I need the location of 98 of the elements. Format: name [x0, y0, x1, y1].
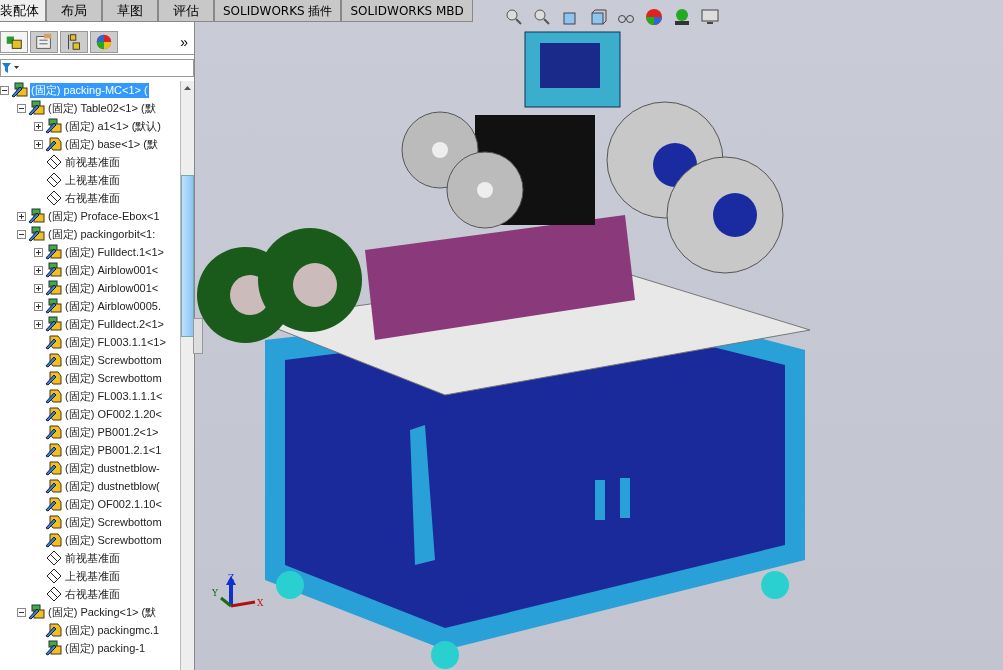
plane-icon [45, 586, 63, 602]
plane-icon [45, 154, 63, 170]
tree-item[interactable]: 上视基准面 [64, 568, 121, 584]
panel-tab[interactable] [0, 31, 28, 53]
assembly-icon [45, 118, 63, 134]
cube-icon[interactable] [589, 8, 607, 26]
tree-item[interactable]: 前视基准面 [64, 154, 121, 170]
plus-box-icon[interactable] [34, 121, 43, 131]
part-icon [45, 460, 63, 476]
command-tab[interactable]: 装配体 [0, 0, 46, 22]
collapse-handle[interactable] [193, 318, 203, 354]
assembly-icon [45, 244, 63, 260]
minus-box-icon[interactable] [0, 85, 9, 95]
tree-item[interactable]: 右视基准面 [64, 586, 121, 602]
tree-item[interactable]: (固定) Screwbottom [64, 514, 163, 530]
assembly-icon [45, 640, 63, 656]
panel-tab[interactable] [60, 31, 88, 53]
plus-box-icon[interactable] [17, 211, 26, 221]
assembly-icon [28, 226, 46, 242]
zoom-icon[interactable] [533, 8, 551, 26]
tree-item[interactable]: 右视基准面 [64, 190, 121, 206]
filter-icon [2, 63, 20, 73]
tree-item[interactable]: (固定) FL003.1.1<1> [64, 334, 167, 350]
part-icon [45, 406, 63, 422]
plus-box-icon[interactable] [34, 247, 43, 257]
part-icon [45, 442, 63, 458]
plus-box-icon[interactable] [34, 283, 43, 293]
minus-box-icon[interactable] [17, 607, 26, 617]
command-tab[interactable]: SOLIDWORKS MBD [341, 0, 473, 22]
tree-item[interactable]: (固定) base<1> (默 [64, 136, 159, 152]
plus-box-icon[interactable] [34, 319, 43, 329]
tree-item[interactable]: (固定) Screwbottom [64, 352, 163, 368]
part-icon [45, 352, 63, 368]
part-icon [45, 334, 63, 350]
display-icon [94, 32, 114, 52]
assembly-icon [45, 262, 63, 278]
assembly-icon [45, 316, 63, 332]
monitor-icon[interactable] [701, 8, 719, 26]
zoom-icon[interactable] [505, 8, 523, 26]
part-icon [45, 514, 63, 530]
property-icon [34, 32, 54, 52]
tree-item[interactable]: (固定) Screwbottom [64, 532, 163, 548]
tree-item[interactable]: (固定) packingmc.1 [64, 622, 161, 638]
plane-icon [45, 172, 63, 188]
panel-tab[interactable] [90, 31, 118, 53]
part-icon [45, 370, 63, 386]
tree-item[interactable]: (固定) dustnetblow- [64, 460, 161, 476]
plus-box-icon[interactable] [34, 265, 43, 275]
tree-item[interactable]: (固定) Airblow001< [64, 280, 160, 296]
part-icon [45, 532, 63, 548]
plus-box-icon[interactable] [34, 139, 43, 149]
scrollbar-thumb[interactable] [181, 175, 194, 337]
tree-item[interactable]: (固定) dustnetblow( [64, 478, 161, 494]
command-tab[interactable]: 评估 [158, 0, 214, 22]
tree-item[interactable]: (固定) PB001.2.1<1 [64, 442, 163, 458]
part-icon [45, 388, 63, 404]
command-tab[interactable]: 布局 [46, 0, 102, 22]
plane-icon [45, 190, 63, 206]
tree-item[interactable]: (固定) packingorbit<1: [47, 226, 157, 242]
assembly-icon [28, 604, 46, 620]
panel-tab[interactable] [30, 31, 58, 53]
tree-item[interactable]: (固定) Packing<1> (默 [47, 604, 158, 620]
tree-item[interactable]: (固定) Table02<1> (默 [47, 100, 157, 116]
tree-item[interactable]: (固定) Screwbottom [64, 370, 163, 386]
plane-icon [45, 568, 63, 584]
minus-box-icon[interactable] [17, 103, 26, 113]
tree-item[interactable]: (固定) a1<1> (默认) [64, 118, 162, 134]
tree-item[interactable]: (固定) FL003.1.1.1< [64, 388, 164, 404]
tree-item[interactable]: (固定) OF002.1.10< [64, 496, 163, 512]
tree-item[interactable]: (固定) Airblow0005. [64, 298, 162, 314]
assembly-icon [45, 298, 63, 314]
tree-item[interactable]: 前视基准面 [64, 550, 121, 566]
tree-item[interactable]: (固定) PB001.2<1> [64, 424, 160, 440]
color-ball-icon[interactable] [645, 8, 663, 26]
part-icon [45, 496, 63, 512]
tree-item[interactable]: 上视基准面 [64, 172, 121, 188]
scrollbar[interactable] [180, 81, 194, 670]
tree-item[interactable]: (固定) packing-1 [64, 640, 147, 656]
command-tab[interactable]: SOLIDWORKS 插件 [214, 0, 342, 22]
tree-item[interactable]: (固定) Fulldect.2<1> [64, 316, 166, 332]
tree-item[interactable]: (固定) Proface-Ebox<1 [47, 208, 161, 224]
plane-icon [45, 550, 63, 566]
part-icon [45, 424, 63, 440]
assembly-icon [28, 100, 46, 116]
tree-item[interactable]: (固定) Fulldect.1<1> [64, 244, 166, 260]
plus-box-icon[interactable] [34, 301, 43, 311]
filter-bar[interactable] [0, 59, 194, 77]
command-tab[interactable]: 草图 [102, 0, 158, 22]
assembly-icon [45, 280, 63, 296]
part-icon [45, 622, 63, 638]
part-icon [45, 478, 63, 494]
tree-item[interactable]: (固定) OF002.1.20< [64, 406, 163, 422]
tree-item[interactable]: (固定) Airblow001< [64, 262, 160, 278]
assembly-icon [11, 82, 29, 98]
part-icon [45, 136, 63, 152]
minus-box-icon[interactable] [17, 229, 26, 239]
more-button[interactable]: » [178, 34, 190, 50]
assembly-icon [28, 208, 46, 224]
